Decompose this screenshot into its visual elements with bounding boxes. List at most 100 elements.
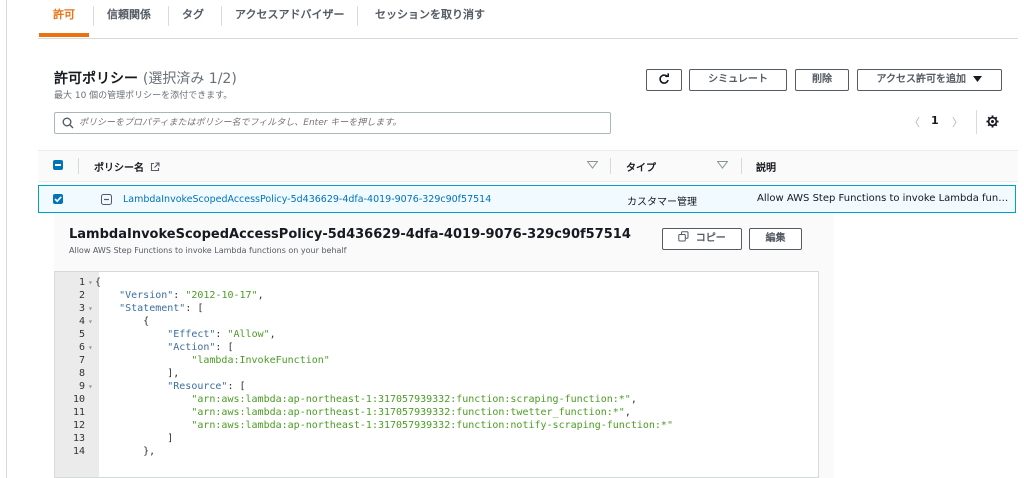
external-link-icon: [151, 162, 161, 172]
code-line: 8 ],: [55, 367, 818, 380]
panel-title: 許可ポリシー (選択済み 1/2): [54, 68, 237, 88]
line-number: 14: [72, 446, 85, 457]
tab-permissions[interactable]: 許可: [39, 0, 89, 37]
code-line: 2 "Version": "2012-10-17",: [55, 289, 818, 302]
collapse-icon[interactable]: [101, 194, 112, 205]
fold-toggle-icon[interactable]: ▾: [88, 315, 93, 328]
tab-separator: [221, 6, 222, 26]
code-text: },: [95, 446, 156, 457]
code-line: 5 "Effect": "Allow",: [55, 328, 818, 341]
policy-type: カスタマー管理: [627, 197, 697, 208]
next-page-icon[interactable]: 〉: [952, 114, 963, 130]
page-left-border: [6, 0, 7, 478]
code-line: 6 ▾ "Action": [: [55, 341, 818, 354]
simulate-button[interactable]: シミュレート: [689, 69, 787, 91]
code-line: 13 ]: [55, 432, 818, 445]
edit-button[interactable]: 編集: [749, 228, 802, 250]
line-number: 11: [72, 407, 85, 418]
line-number: 5: [78, 329, 85, 340]
policy-description: Allow AWS Step Functions to invoke Lambd…: [757, 193, 1013, 204]
code-line: 9 ▾ "Resource": [: [55, 380, 818, 393]
policy-search: [54, 112, 611, 134]
indeterminate-mark: [55, 164, 61, 166]
add-permissions-button[interactable]: アクセス許可を追加: [857, 69, 1002, 91]
column-header-description: 説明: [756, 163, 776, 174]
prev-page-icon[interactable]: 〈: [909, 114, 920, 130]
add-permissions-label: アクセス許可を追加: [876, 74, 967, 85]
code-text: {: [95, 316, 150, 327]
refresh-icon: [659, 73, 669, 84]
code-line: 10 "arn:aws:lambda:ap-northeast-1:317057…: [55, 393, 818, 406]
tab-revoke-sessions[interactable]: セッションを取り消す: [375, 0, 485, 34]
selected-count: (選択済み 1/2): [142, 71, 237, 87]
detail-description: Allow AWS Step Functions to invoke Lambd…: [69, 246, 347, 255]
code-text: "Version": "2012-10-17",: [119, 290, 264, 301]
line-number: 1: [78, 277, 85, 288]
tab-tags[interactable]: タグ: [182, 0, 204, 34]
detail-title: LambdaInvokeScopedAccessPolicy-5d436629-…: [69, 227, 631, 242]
tab-separator: [168, 6, 169, 26]
sort-caret-icon[interactable]: [587, 161, 598, 169]
code-line: 14 },: [55, 445, 818, 458]
settings-gear-icon[interactable]: [986, 115, 999, 128]
code-text: "Statement": [: [119, 303, 204, 314]
pager-divider: [976, 110, 977, 134]
row-checkbox[interactable]: [53, 194, 63, 204]
column-separator: [610, 158, 611, 174]
code-text: "Effect": "Allow",: [167, 329, 276, 340]
fold-toggle-icon[interactable]: ▾: [88, 302, 93, 315]
code-line: 3 ▾ "Statement": [: [55, 302, 818, 315]
line-number: 10: [72, 394, 85, 405]
line-number: 7: [78, 355, 85, 366]
tab-access-advisor[interactable]: アクセスアドバイザー: [235, 0, 344, 34]
line-number: 3: [78, 303, 85, 314]
policy-json-editor[interactable]: 1 ▾{2 "Version": "2012-10-17", 3 ▾ "Stateme…: [54, 271, 819, 478]
code-text: "lambda:InvokeFunction": [191, 355, 330, 366]
code-text: {: [95, 277, 102, 288]
line-number: 9: [78, 381, 85, 392]
code-line: 4 ▾ {: [55, 315, 818, 328]
copy-label: コピー: [695, 233, 726, 244]
line-number: 4: [78, 316, 85, 327]
column-header-type[interactable]: タイプ: [626, 159, 656, 174]
tab-separator: [93, 6, 94, 26]
code-text: "arn:aws:lambda:ap-northeast-1:317057939…: [191, 394, 637, 405]
code-text: ],: [95, 368, 180, 379]
column-separator: [741, 158, 742, 174]
table-header: ポリシー名 タイプ 説明: [38, 150, 1018, 182]
line-number: 2: [78, 290, 85, 301]
delete-button[interactable]: 削除: [795, 69, 849, 91]
code-line: 1 ▾{: [55, 276, 818, 289]
sort-caret-icon[interactable]: [717, 161, 728, 169]
table-row[interactable]: LambdaInvokeScopedAccessPolicy-5d436629-…: [38, 185, 1016, 213]
code-line: 7 "lambda:InvokeFunction": [55, 354, 818, 367]
checkmark-icon: [54, 196, 62, 203]
fold-toggle-icon[interactable]: ▾: [88, 380, 93, 393]
code-text: "Resource": [: [167, 381, 246, 392]
policy-name-link[interactable]: LambdaInvokeScopedAccessPolicy-5d436629-…: [123, 194, 491, 205]
line-number: 8: [78, 368, 85, 379]
search-input[interactable]: [79, 115, 599, 131]
search-icon: [62, 117, 74, 129]
line-number: 13: [72, 433, 85, 444]
refresh-button[interactable]: [646, 69, 682, 91]
panel-description: 最大 10 個の管理ポリシーを添付できます。: [54, 91, 233, 101]
fold-toggle-icon[interactable]: ▾: [88, 341, 93, 354]
policy-detail-panel: LambdaInvokeScopedAccessPolicy-5d436629-…: [54, 213, 834, 478]
line-number: 6: [78, 342, 85, 353]
caret-down-icon: [973, 75, 983, 82]
tab-separator: [357, 6, 358, 26]
tab-trust-relationships[interactable]: 信頼関係: [107, 0, 151, 34]
current-page[interactable]: 1: [931, 114, 939, 127]
policy-name-label: ポリシー名: [94, 163, 144, 174]
code-text: "arn:aws:lambda:ap-northeast-1:317057939…: [191, 420, 673, 431]
code-text: ]: [95, 433, 174, 444]
code-text: "Action": [: [167, 342, 234, 353]
copy-button[interactable]: コピー: [662, 228, 742, 250]
code-line: 11 "arn:aws:lambda:ap-northeast-1:317057…: [55, 406, 818, 419]
column-header-policy-name[interactable]: ポリシー名: [94, 159, 161, 174]
code-text: "arn:aws:lambda:ap-northeast-1:317057939…: [191, 407, 631, 418]
line-number: 12: [72, 420, 85, 431]
fold-toggle-icon[interactable]: ▾: [88, 276, 93, 289]
select-all-checkbox[interactable]: [53, 160, 63, 170]
